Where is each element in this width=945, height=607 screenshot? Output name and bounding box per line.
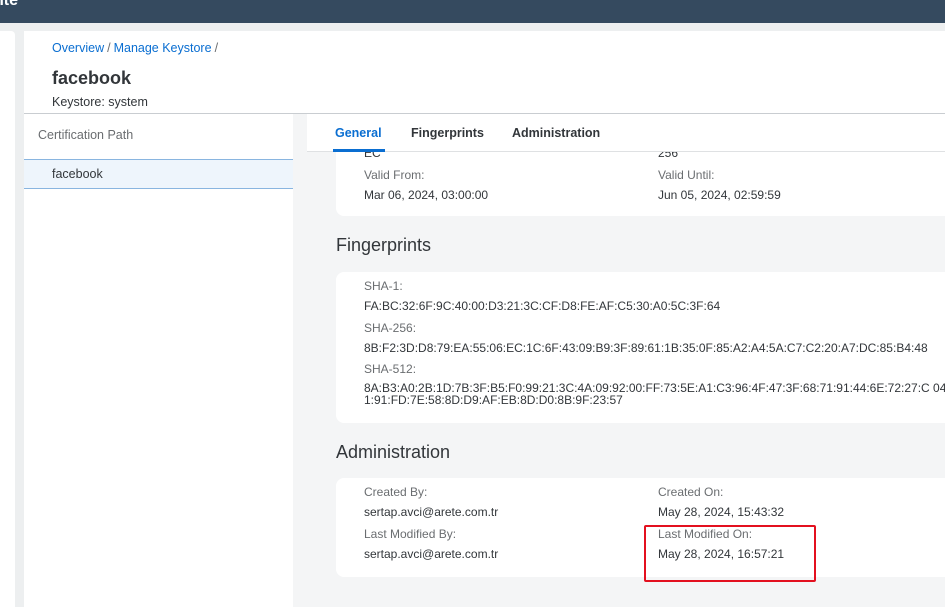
breadcrumb-manage-keystore-link[interactable]: Manage Keystore — [114, 41, 212, 55]
last-modified-by-label: Last Modified By: — [364, 527, 457, 541]
sha1-label: SHA-1: — [364, 279, 403, 293]
breadcrumb-separator: / — [214, 41, 219, 55]
breadcrumb: Overview / Manage Keystore / — [52, 41, 221, 55]
last-modified-by-value: sertap.avci@arete.com.tr — [364, 547, 499, 561]
object-page-header: Overview / Manage Keystore / facebook Keyst… — [24, 31, 945, 114]
sha256-value: 8B:F2:3D:D8:79:EA:55:06:EC:1C:6F:43:09:B… — [364, 341, 928, 355]
app-title: nte — [0, 0, 18, 9]
created-on-label: Created On: — [658, 485, 724, 499]
page-title: facebook — [52, 68, 132, 88]
shell-bar: nte — [0, 0, 945, 23]
breadcrumb-overview-link[interactable]: Overview — [52, 41, 104, 55]
sha512-label: SHA-512: — [364, 362, 417, 376]
certification-path-item-label: facebook — [52, 167, 103, 181]
sha256-label: SHA-256: — [364, 321, 417, 335]
sha512-value: 8A:B3:A0:2B:1D:7B:3F:B5:F0:99:21:3C:4A:0… — [364, 381, 945, 407]
certification-path-item-facebook[interactable]: facebook — [24, 159, 293, 189]
tab-administration[interactable]: Administration — [512, 126, 600, 140]
valid-from-value: Mar 06, 2024, 03:00:00 — [364, 188, 489, 202]
valid-until-value: Jun 05, 2024, 02:59:59 — [658, 188, 781, 202]
highlight-annotation-box — [644, 525, 816, 582]
sha1-value: FA:BC:32:6F:9C:40:00:D3:21:3C:CF:D8:FE:A… — [364, 299, 721, 313]
side-navigation-strip — [0, 31, 15, 607]
created-by-label: Created By: — [364, 485, 428, 499]
certification-path-panel: Certification Path facebook — [24, 114, 293, 607]
detail-content: General Fingerprints Administration EC 2… — [293, 114, 945, 607]
certification-path-header: Certification Path — [38, 128, 134, 142]
breadcrumb-separator: / — [107, 41, 111, 55]
valid-until-label: Valid Until: — [658, 168, 715, 182]
tab-general[interactable]: General — [335, 126, 382, 140]
active-tab-indicator — [333, 149, 385, 152]
administration-section-title: Administration — [336, 442, 451, 462]
keystore-subtitle: Keystore: system — [52, 95, 148, 109]
fingerprints-section-title: Fingerprints — [336, 235, 432, 255]
tab-bar: General Fingerprints Administration — [307, 114, 945, 152]
fingerprints-card: SHA-1: FA:BC:32:6F:9C:40:00:D3:21:3C:CF:… — [336, 272, 945, 423]
tab-fingerprints[interactable]: Fingerprints — [411, 126, 484, 140]
valid-from-label: Valid From: — [364, 168, 425, 182]
created-on-value: May 28, 2024, 15:43:32 — [658, 505, 785, 519]
created-by-value: sertap.avci@arete.com.tr — [364, 505, 499, 519]
administration-card: Created By: sertap.avci@arete.com.tr Cre… — [336, 478, 945, 577]
